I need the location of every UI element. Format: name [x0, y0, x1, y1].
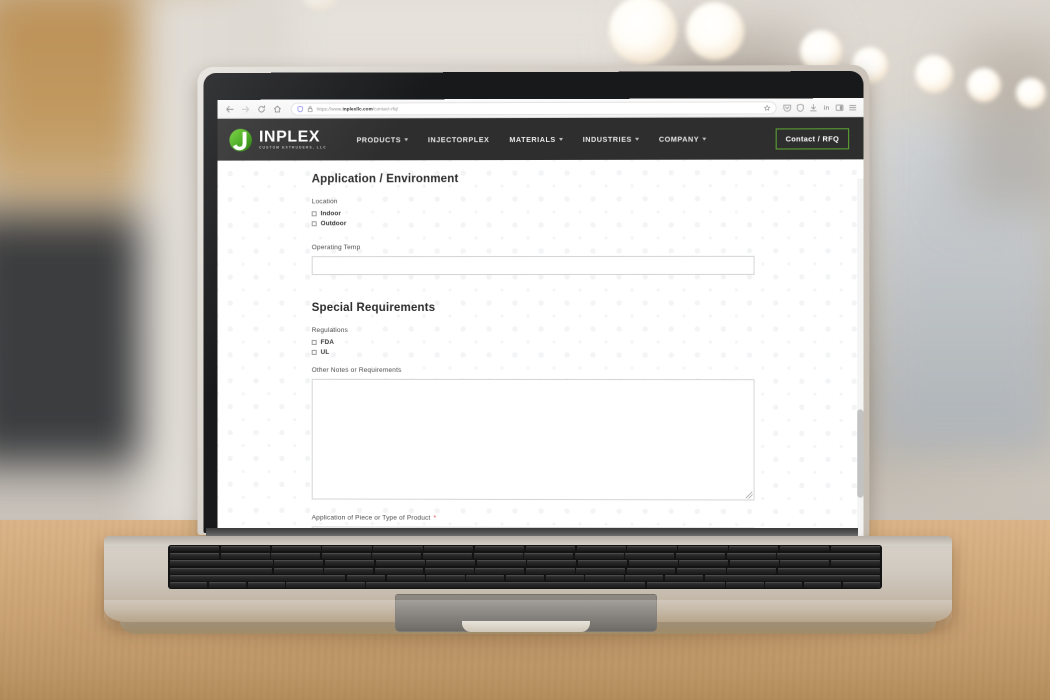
- brand-text: INPLEX CUSTOM EXTRUDERS, LLC: [259, 128, 327, 150]
- resize-handle-icon[interactable]: [745, 491, 753, 499]
- nav-label: INJECTORPLEX: [427, 134, 490, 144]
- checkbox-row-ul[interactable]: UL: [311, 348, 757, 356]
- linkedin-icon[interactable]: in: [822, 103, 831, 112]
- keyboard-row: [170, 560, 881, 567]
- application-of-piece-text: Application of Piece or Type of Product: [311, 514, 431, 522]
- contact-rfq-button[interactable]: Contact / RFQ: [775, 127, 850, 150]
- back-icon[interactable]: [222, 101, 237, 116]
- chevron-down-icon: [634, 137, 639, 141]
- checkbox-ul[interactable]: [311, 349, 317, 355]
- location-label: Location: [311, 198, 338, 206]
- inplex-j-logo-icon: [230, 128, 253, 152]
- laptop: https://www.inplexllc.com/contact-rfq/ i…: [0, 0, 1050, 700]
- operating-temp-input[interactable]: [311, 255, 755, 276]
- menu-icon[interactable]: [848, 103, 857, 112]
- keyboard: [168, 545, 882, 589]
- checkbox-row-outdoor[interactable]: Outdoor: [311, 219, 757, 227]
- checkbox-outdoor[interactable]: [311, 220, 317, 226]
- browser-nav-buttons: [222, 101, 285, 116]
- svg-text:in: in: [824, 104, 830, 111]
- site-header: INPLEX CUSTOM EXTRUDERS, LLC PRODUCTS IN…: [217, 117, 864, 161]
- keyboard-row: [170, 574, 881, 581]
- other-notes-label: Other Notes or Requirements: [311, 366, 402, 374]
- regulations-label: Regulations: [311, 326, 348, 334]
- keyboard-row: [170, 553, 881, 560]
- nav-label: PRODUCTS: [356, 134, 402, 144]
- keyboard-row: [170, 567, 880, 574]
- laptop-front-notch: [462, 621, 590, 632]
- application-of-piece-label: Application of Piece or Type of Product *: [312, 514, 757, 522]
- address-bar[interactable]: https://www.inplexllc.com/contact-rfq/: [290, 100, 777, 116]
- chevron-down-icon: [702, 137, 707, 141]
- page-scrollbar-thumb[interactable]: [857, 409, 864, 498]
- nav-item-company[interactable]: COMPANY: [658, 134, 707, 144]
- nav-item-industries[interactable]: INDUSTRIES: [583, 134, 639, 143]
- checkbox-label-indoor: Indoor: [320, 210, 342, 218]
- main-navigation: PRODUCTS INJECTORPLEX MATERIALS INDUSTRI…: [357, 134, 776, 144]
- keyboard-rows: [170, 546, 881, 589]
- section-title-application-environment: Application / Environment: [311, 172, 459, 186]
- nav-label: INDUSTRIES: [582, 134, 632, 144]
- nav-label: COMPANY: [658, 134, 700, 144]
- nav-item-materials[interactable]: MATERIALS: [509, 134, 563, 144]
- home-icon[interactable]: [270, 101, 285, 116]
- section-title-special-requirements: Special Requirements: [311, 301, 436, 315]
- checkbox-label-ul: UL: [320, 348, 330, 356]
- rfq-form: Application / Environment Location Indoo…: [217, 160, 756, 536]
- browser-extension-icons: in: [783, 103, 859, 112]
- nav-item-injectorplex[interactable]: INJECTORPLEX: [428, 135, 489, 144]
- chevron-down-icon: [558, 137, 563, 141]
- brand-name: INPLEX: [259, 128, 321, 146]
- keyboard-row: [170, 546, 880, 552]
- checkbox-row-fda[interactable]: FDA: [311, 338, 757, 346]
- photo-scene: https://www.inplexllc.com/contact-rfq/ i…: [0, 0, 1050, 700]
- sidebar-icon[interactable]: [835, 103, 844, 112]
- shield-icon[interactable]: [796, 103, 805, 112]
- page-scrollbar[interactable]: [857, 178, 864, 536]
- other-notes-textarea[interactable]: [311, 378, 755, 501]
- lock-icon: [308, 106, 314, 112]
- checkbox-fda[interactable]: [311, 339, 317, 345]
- browser-toolbar: https://www.inplexllc.com/contact-rfq/ i…: [217, 98, 864, 119]
- site-logo[interactable]: INPLEX CUSTOM EXTRUDERS, LLC: [228, 127, 327, 152]
- url-text: https://www.inplexllc.com/contact-rfq/: [316, 105, 399, 112]
- checkbox-label-outdoor: Outdoor: [320, 219, 347, 227]
- pocket-icon[interactable]: [783, 103, 792, 112]
- required-marker: *: [433, 514, 437, 522]
- checkbox-label-fda: FDA: [320, 338, 334, 346]
- page-content: Application / Environment Location Indoo…: [217, 159, 864, 536]
- download-icon[interactable]: [809, 103, 818, 112]
- checkbox-row-indoor[interactable]: Indoor: [311, 210, 757, 218]
- keyboard-row: [170, 582, 881, 589]
- forward-icon[interactable]: [238, 101, 253, 116]
- brand-tagline: CUSTOM EXTRUDERS, LLC: [259, 145, 327, 150]
- nav-item-products[interactable]: PRODUCTS: [357, 135, 409, 144]
- operating-temp-label: Operating Temp: [311, 244, 361, 252]
- nav-label: MATERIALS: [509, 134, 556, 144]
- shield-icon: [298, 105, 304, 113]
- chevron-down-icon: [404, 137, 409, 141]
- checkbox-indoor[interactable]: [311, 211, 317, 217]
- reload-icon[interactable]: [254, 101, 269, 116]
- browser-window: https://www.inplexllc.com/contact-rfq/ i…: [217, 98, 864, 536]
- star-icon[interactable]: [764, 104, 771, 111]
